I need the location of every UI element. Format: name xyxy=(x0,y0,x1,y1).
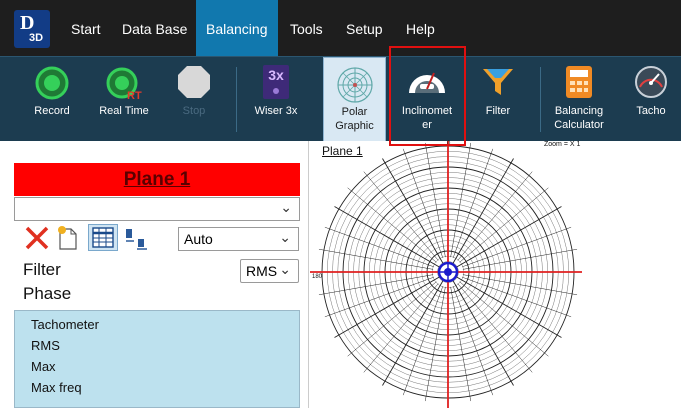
polar-spoke xyxy=(363,283,439,373)
delete-icon[interactable] xyxy=(24,225,50,251)
stop-button[interactable]: Stop xyxy=(164,57,224,142)
list-item[interactable]: Max xyxy=(31,359,56,374)
polar-chart[interactable] xyxy=(309,141,681,408)
polar-spoke xyxy=(347,281,437,357)
record-button[interactable]: Record xyxy=(20,57,84,142)
polar-spoke xyxy=(318,248,434,270)
polar-spoke xyxy=(363,171,439,261)
tacho-icon xyxy=(635,66,667,98)
phase-field-label: Phase xyxy=(23,284,72,303)
polar-spoke xyxy=(450,142,472,258)
table-view-toggle[interactable] xyxy=(88,224,118,251)
filter-type-value: RMS xyxy=(246,263,278,279)
filter-icon xyxy=(483,69,513,95)
mode-select[interactable]: Auto ⌄ xyxy=(178,227,299,251)
real-time-icon: RT xyxy=(106,67,142,101)
polar-label-line1: Polar xyxy=(341,106,368,118)
polar-left-angle-label: 180 xyxy=(312,274,323,280)
list-item[interactable]: Tachometer xyxy=(31,317,99,332)
polar-spoke xyxy=(462,274,578,296)
wiser-badge: 3x xyxy=(268,67,284,83)
wiser-3x-label: Wiser 3x xyxy=(254,105,298,117)
balancing-calculator-label: Balancing Calculator xyxy=(546,104,612,132)
record-label: Record xyxy=(34,105,70,117)
list-item[interactable]: RMS xyxy=(31,338,60,353)
plane-banner: Plane 1 xyxy=(14,163,300,196)
record-icon xyxy=(35,66,69,100)
polar-spoke xyxy=(457,171,533,261)
new-document-icon[interactable] xyxy=(56,225,80,251)
calculator-label-line2: Calculator xyxy=(554,119,604,131)
polar-spoke xyxy=(424,286,446,402)
menu-bar: D 3D Start Data Base Balancing Tools Set… xyxy=(0,0,681,56)
calculator-label-line1: Balancing xyxy=(554,105,604,117)
menu-balancing[interactable]: Balancing xyxy=(196,0,278,56)
measurement-list: Tachometer RMS Max Max freq xyxy=(14,310,300,408)
real-time-label: Real Time xyxy=(99,105,149,117)
filter-label: Filter xyxy=(485,105,511,117)
real-time-button[interactable]: RT Real Time xyxy=(92,57,156,142)
app-logo: D 3D xyxy=(14,10,50,48)
filter-type-select[interactable]: RMS ⌄ xyxy=(240,259,299,283)
polar-spoke xyxy=(318,274,434,296)
polar-spoke xyxy=(424,142,446,258)
stop-icon xyxy=(178,66,210,98)
wiser-3x-button[interactable]: 3x Wiser 3x xyxy=(244,57,308,142)
table-grid-icon xyxy=(92,227,114,248)
menu-tools[interactable]: Tools xyxy=(280,0,333,56)
filter-field-label: Filter xyxy=(23,260,61,279)
list-item[interactable]: Max freq xyxy=(31,380,82,395)
chevron-down-icon: ⌄ xyxy=(280,199,292,215)
polar-graph-panel: Plane 1 Zoom = X 1 0 180 xyxy=(309,141,681,408)
polar-spoke xyxy=(450,286,472,402)
mode-select-value: Auto xyxy=(184,231,213,247)
polar-spoke xyxy=(462,248,578,270)
polar-graphic-icon xyxy=(336,67,373,103)
chevron-down-icon: ⌄ xyxy=(279,261,291,277)
tacho-button[interactable]: Tacho xyxy=(624,57,678,142)
tacho-label: Tacho xyxy=(636,105,666,117)
plane-panel: Plane 1 ⌄ Auto ⌄ Filter Phase RMS ⌄ Tach… xyxy=(0,141,309,408)
balancing-calculator-button[interactable]: Balancing Calculator xyxy=(546,57,612,142)
polar-spoke xyxy=(459,281,549,357)
toolbar-separator xyxy=(540,67,541,132)
menu-start[interactable]: Start xyxy=(61,0,111,56)
polar-label-line2: Graphic xyxy=(335,120,374,132)
menu-data-base[interactable]: Data Base xyxy=(112,0,197,56)
ribbon-toolbar: Record RT Real Time Stop 3x Wiser 3x Pol… xyxy=(0,56,681,142)
polar-graphic-button[interactable]: Polar Graphic xyxy=(323,57,386,142)
logo-sub: 3D xyxy=(29,32,44,44)
polar-spoke xyxy=(457,283,533,373)
polar-spoke xyxy=(347,187,437,263)
polar-spoke xyxy=(459,187,549,263)
stop-label: Stop xyxy=(182,105,206,117)
toolbar-separator xyxy=(236,67,237,132)
rt-badge: RT xyxy=(127,90,142,101)
polar-graphic-label: Polar Graphic xyxy=(324,105,385,133)
inclinometer-highlight-box xyxy=(389,46,466,146)
filter-button[interactable]: Filter xyxy=(470,57,526,142)
calculator-icon xyxy=(566,66,592,98)
wiser-3x-icon: 3x xyxy=(263,65,289,99)
menu-setup[interactable]: Setup xyxy=(336,0,393,56)
chevron-down-icon: ⌄ xyxy=(279,229,291,245)
sort-icon[interactable] xyxy=(124,227,150,251)
plane-select[interactable]: ⌄ xyxy=(14,197,300,221)
